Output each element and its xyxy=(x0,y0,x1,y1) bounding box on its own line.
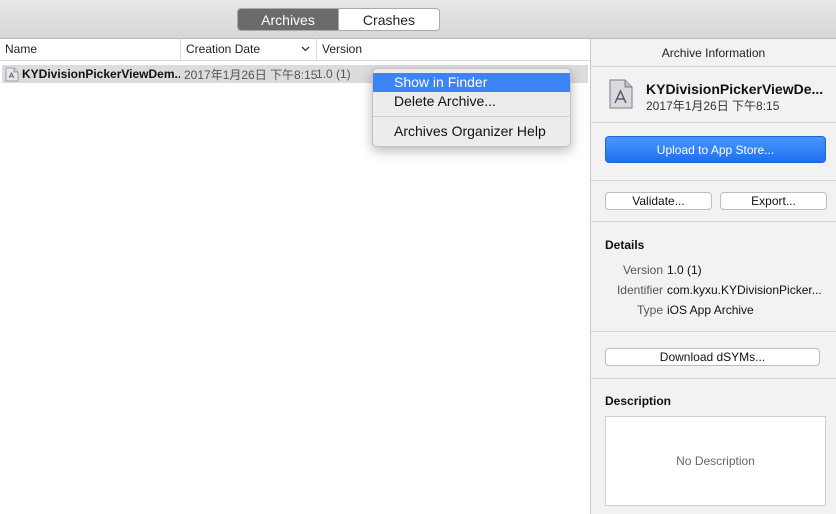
detail-identifier-label: Identifier xyxy=(616,283,663,297)
detail-version-value: 1.0 (1) xyxy=(667,263,702,277)
archive-icon xyxy=(609,79,633,109)
menu-separator xyxy=(373,116,570,117)
toolbar: Archives Crashes xyxy=(0,0,836,39)
menu-item-delete-archive[interactable]: Delete Archive... xyxy=(373,92,570,111)
divider xyxy=(591,331,836,332)
inspector-title: Archive Information xyxy=(591,39,836,67)
detail-version: Version 1.0 (1) xyxy=(591,263,836,277)
details-heading: Details xyxy=(605,238,645,252)
archives-crashes-segmented-control: Archives Crashes xyxy=(237,8,440,31)
row-version: 1.0 (1) xyxy=(316,67,351,81)
download-dsyms-button[interactable]: Download dSYMs... xyxy=(605,348,820,366)
export-button[interactable]: Export... xyxy=(720,192,827,210)
detail-type-label: Type xyxy=(636,303,663,317)
validate-button[interactable]: Validate... xyxy=(605,192,712,210)
tab-crashes[interactable]: Crashes xyxy=(338,9,439,30)
archive-name: KYDivisionPickerViewDe... xyxy=(646,81,824,97)
detail-identifier-value: com.kyxu.KYDivisionPicker... xyxy=(667,283,822,297)
detail-type: Type iOS App Archive xyxy=(591,303,836,317)
archive-date: 2017年1月26日 下午8:15 xyxy=(646,99,780,113)
archive-inspector: Archive Information KYDivisionPickerView… xyxy=(590,39,836,514)
divider xyxy=(591,221,836,222)
description-heading: Description xyxy=(605,394,672,408)
menu-item-organizer-help[interactable]: Archives Organizer Help xyxy=(373,122,570,141)
chevron-down-icon xyxy=(301,44,310,54)
context-menu: Show in Finder Delete Archive... Archive… xyxy=(372,68,571,147)
organizer-window: Archives Crashes Name Creation Date Vers… xyxy=(0,0,836,514)
archive-file-icon xyxy=(5,67,19,82)
row-name: KYDivisionPickerViewDem... xyxy=(22,67,180,81)
column-header-creation-date-label: Creation Date xyxy=(186,42,261,56)
detail-version-label: Version xyxy=(622,263,663,277)
tab-archives[interactable]: Archives xyxy=(238,9,338,30)
column-header-name[interactable]: Name xyxy=(0,39,181,60)
archive-summary: KYDivisionPickerViewDe... 2017年1月26日 下午8… xyxy=(591,67,836,123)
description-field[interactable]: No Description xyxy=(605,416,826,506)
detail-type-value: iOS App Archive xyxy=(667,303,754,317)
column-header-creation-date[interactable]: Creation Date xyxy=(181,39,317,60)
description-placeholder: No Description xyxy=(676,454,755,468)
row-creation-date: 2017年1月26日 下午8:15 xyxy=(184,67,318,82)
divider xyxy=(591,180,836,181)
divider xyxy=(591,378,836,379)
table-header: Name Creation Date Version xyxy=(0,39,590,61)
column-header-version[interactable]: Version xyxy=(317,39,590,60)
upload-to-app-store-button[interactable]: Upload to App Store... xyxy=(605,136,826,163)
detail-identifier: Identifier com.kyxu.KYDivisionPicker... xyxy=(591,283,836,297)
menu-item-show-in-finder[interactable]: Show in Finder xyxy=(373,73,570,92)
